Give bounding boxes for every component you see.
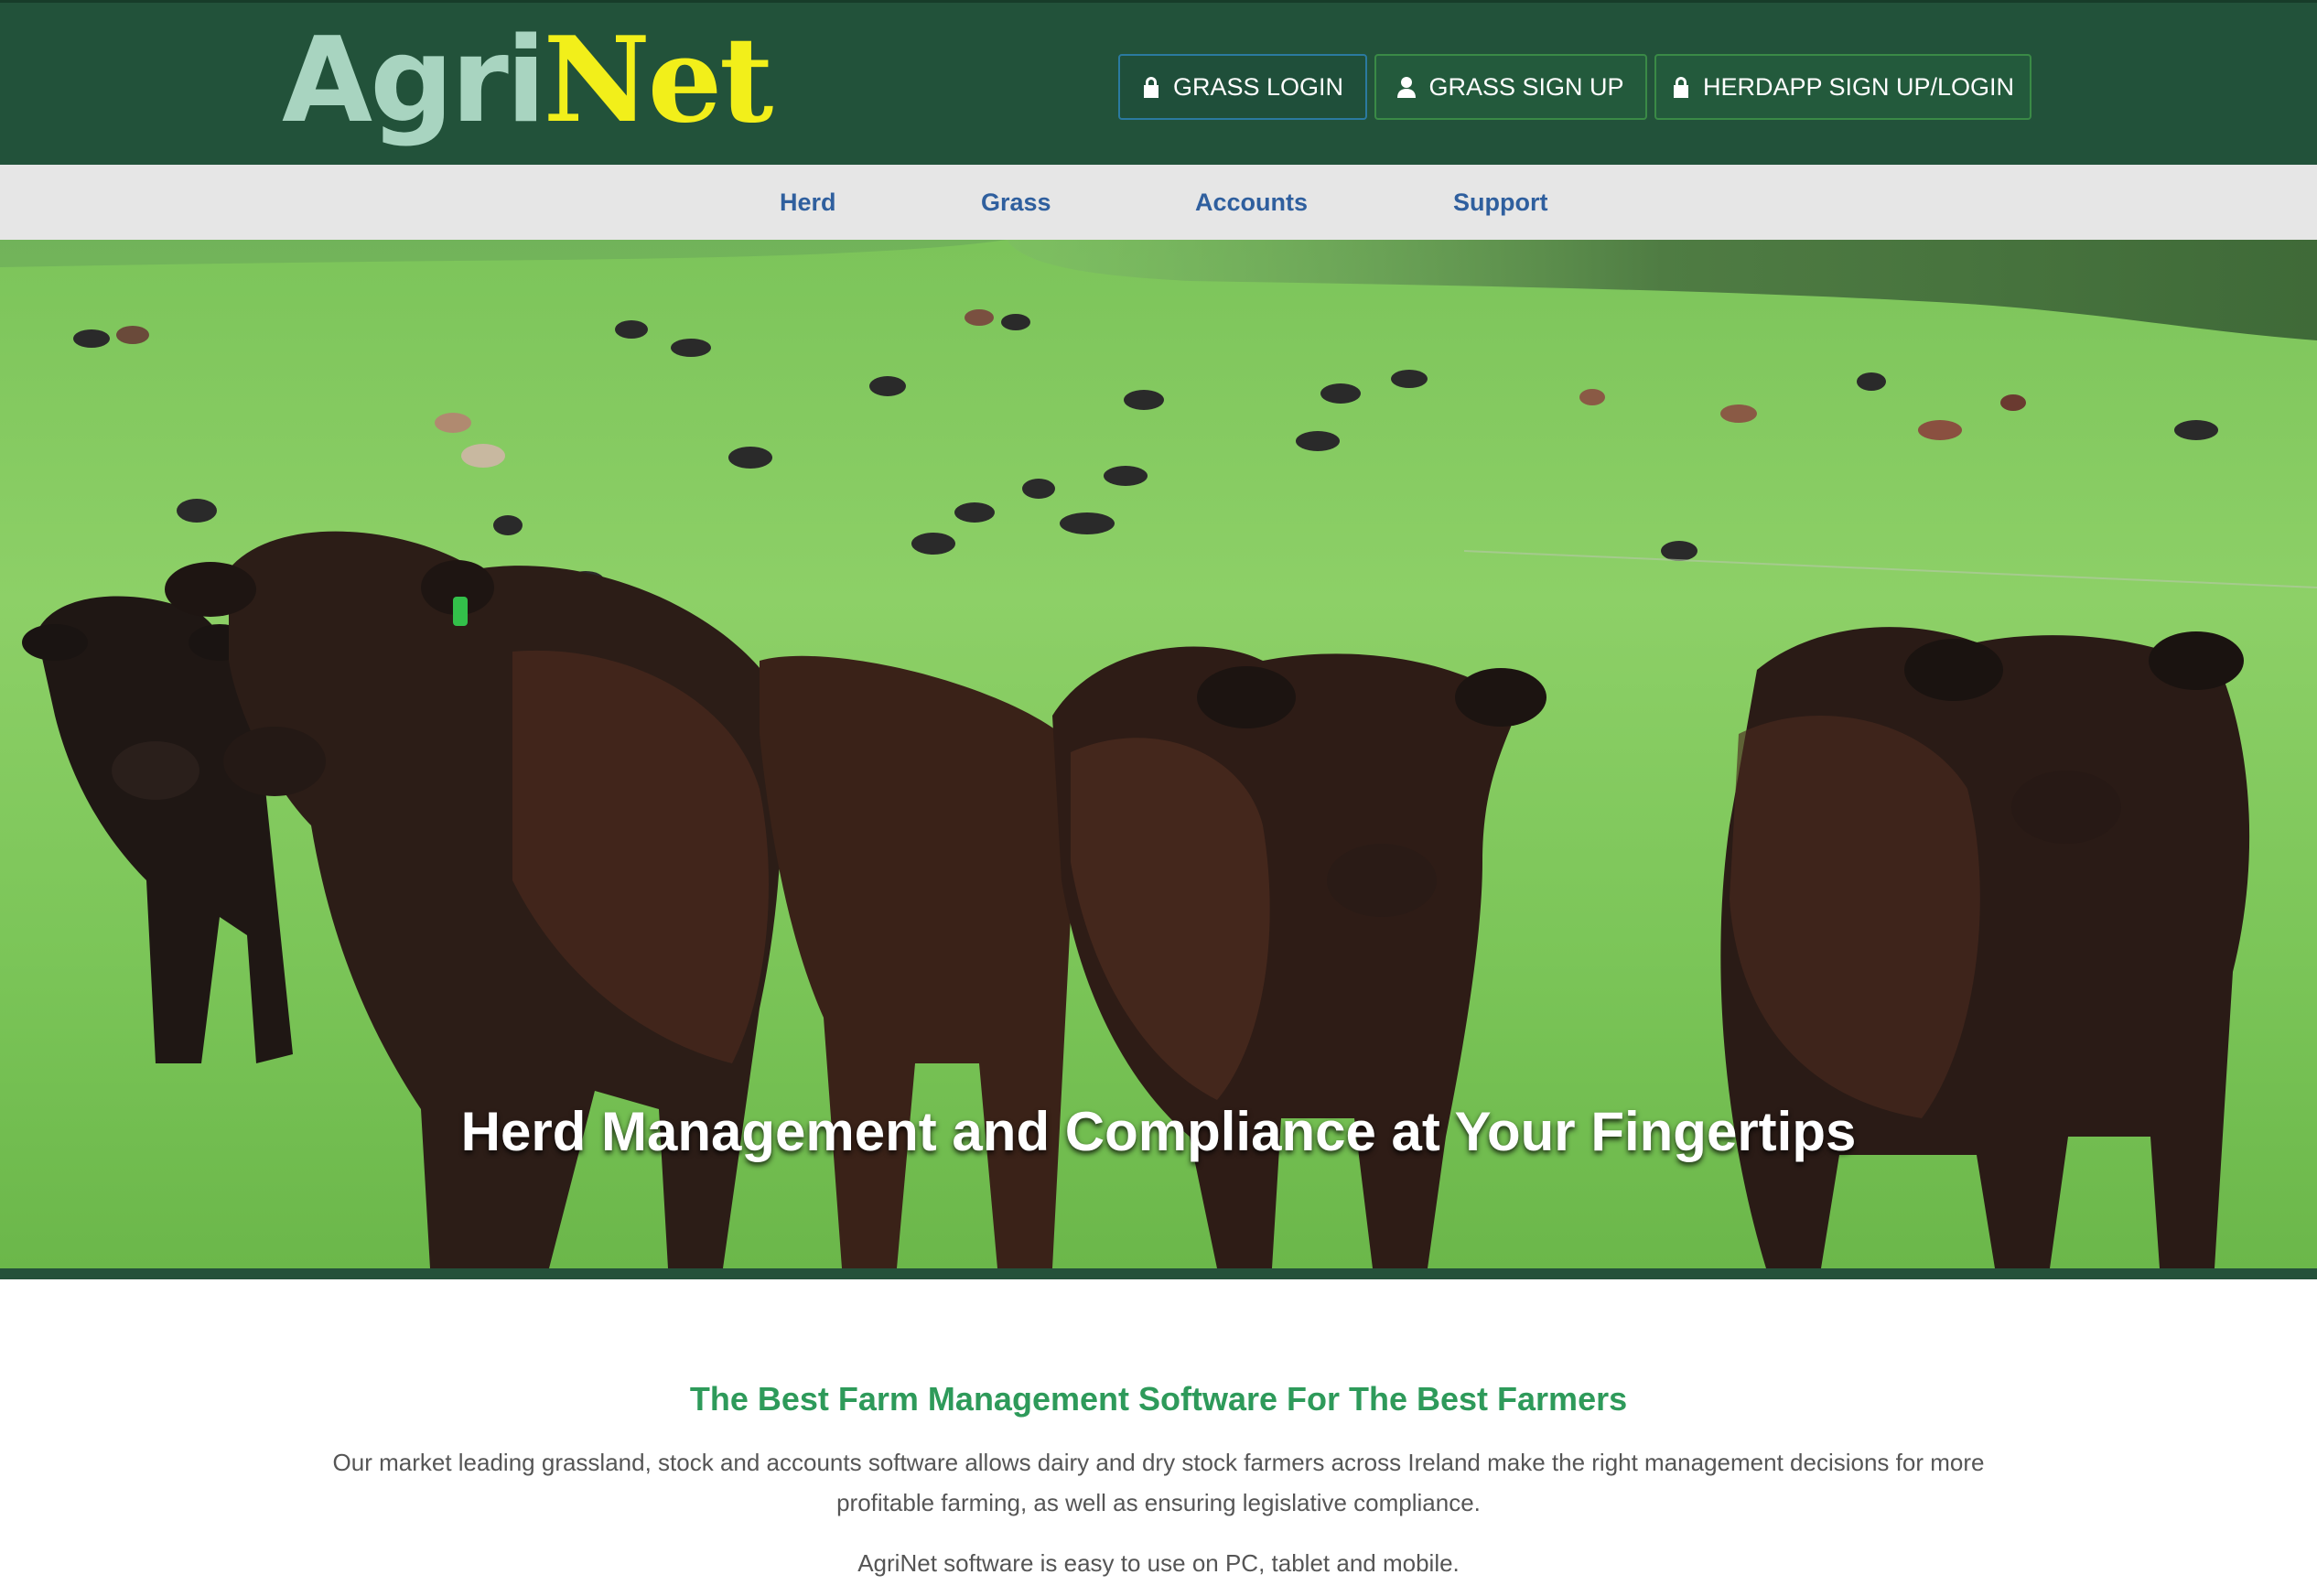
lock-icon <box>1673 77 1688 98</box>
grass-sign-up-button[interactable]: GRASS SIGN UP <box>1374 54 1647 120</box>
herdapp-sign-up-login-label: HERDAPP SIGN UP/LOGIN <box>1702 72 2015 101</box>
user-icon <box>1397 77 1417 98</box>
nav-item-accounts[interactable]: Accounts <box>1195 165 1308 240</box>
grass-login-button[interactable]: GRASS LOGIN <box>1118 54 1367 120</box>
hero-title: Herd Management and Compliance at Your F… <box>460 1101 1857 1162</box>
nav-item-support[interactable]: Support <box>1453 165 1547 240</box>
grass-login-label: GRASS LOGIN <box>1172 72 1344 101</box>
nav-item-herd[interactable]: Herd <box>780 165 836 240</box>
intro-paragraph-devices: AgriNet software is easy to use on PC, t… <box>857 1549 1460 1577</box>
herdapp-sign-up-login-button[interactable]: HERDAPP SIGN UP/LOGIN <box>1654 54 2031 120</box>
logo-agri-text: Agri <box>282 13 546 149</box>
nav-item-grass[interactable]: Grass <box>981 165 1051 240</box>
agrinet-logo[interactable]: AgriNet <box>282 12 774 150</box>
intro-paragraph: Our market leading grassland, stock and … <box>332 1449 1985 1516</box>
logo-net-text: Net <box>543 12 774 149</box>
main-nav: Herd Grass Accounts Support <box>0 165 2317 240</box>
intro-heading: The Best Farm Management Software For Th… <box>689 1380 1628 1418</box>
site-header: AgriNet GRASS LOGIN GRASS SIGN UP HERDAP… <box>0 0 2317 165</box>
hero-banner: Herd Management and Compliance at Your F… <box>0 240 2317 1268</box>
lock-icon <box>1143 77 1158 98</box>
grass-sign-up-label: GRASS SIGN UP <box>1428 72 1624 101</box>
hero-bottom-bar <box>0 1268 2317 1279</box>
